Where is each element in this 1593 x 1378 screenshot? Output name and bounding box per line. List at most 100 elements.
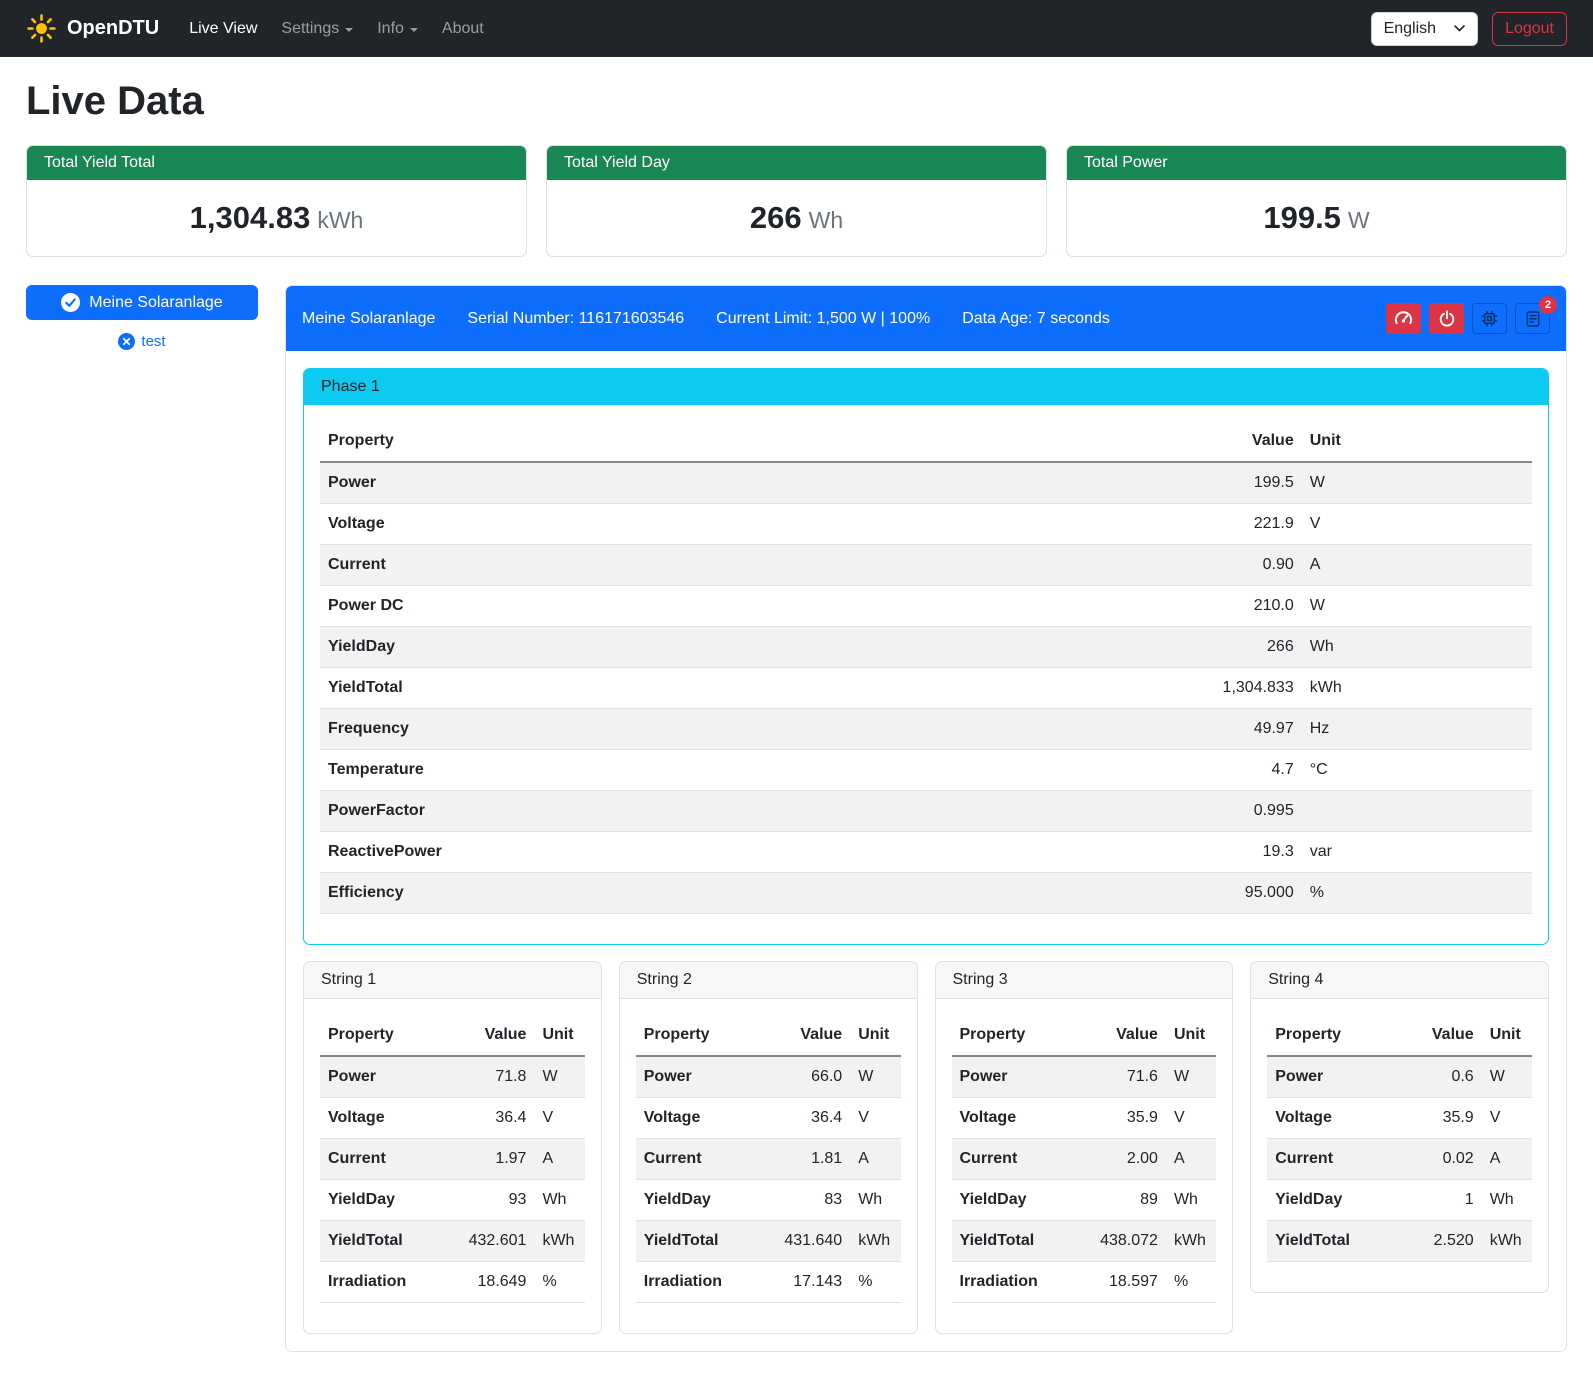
- summary-value: 199.5: [1263, 200, 1341, 235]
- table-row: Frequency 49.97 Hz: [320, 709, 1532, 750]
- property-cell: YieldTotal: [320, 1221, 440, 1262]
- table-row: YieldTotal 432.601 kWh: [320, 1221, 585, 1262]
- value-cell: 210.0: [907, 586, 1301, 627]
- summary-card-title: Total Yield Total: [27, 146, 526, 180]
- property-cell: Irradiation: [952, 1262, 1072, 1303]
- device-info-button[interactable]: [1472, 303, 1507, 334]
- property-cell: Irradiation: [320, 1262, 440, 1303]
- table-row: Voltage 35.9 V: [1267, 1098, 1532, 1139]
- unit-cell: kWh: [1482, 1221, 1532, 1262]
- value-cell: 199.5: [907, 462, 1301, 504]
- value-cell: 2.00: [1072, 1139, 1166, 1180]
- nav-settings[interactable]: Settings: [269, 12, 365, 46]
- inverter-name: Meine Solaranlage: [302, 310, 435, 328]
- page-title: Live Data: [26, 79, 1567, 124]
- summary-card-body: 199.5 W: [1067, 180, 1566, 256]
- unit-cell: V: [1302, 504, 1532, 545]
- logout-button[interactable]: Logout: [1492, 12, 1567, 46]
- nav-about[interactable]: About: [430, 12, 496, 46]
- col-header-unit: Unit: [1166, 1015, 1216, 1056]
- inverter-select-label: Meine Solaranlage: [89, 294, 222, 312]
- unit-cell: W: [1482, 1056, 1532, 1098]
- table-header-row: Property Value Unit: [636, 1015, 901, 1056]
- property-cell: Frequency: [320, 709, 907, 750]
- string-title: String 1: [304, 962, 601, 999]
- unit-cell: W: [1302, 462, 1532, 504]
- table-header-row: Property Value Unit: [1267, 1015, 1532, 1056]
- col-header-unit: Unit: [534, 1015, 584, 1056]
- unit-cell: °C: [1302, 750, 1532, 791]
- table-row: Efficiency 95.000 %: [320, 873, 1532, 914]
- filter-tag-label: test: [141, 333, 165, 350]
- property-cell: Power DC: [320, 586, 907, 627]
- summary-card-title: Total Power: [1067, 146, 1566, 180]
- phase-title: Phase 1: [304, 369, 1548, 405]
- summary-card: Total Yield Day 266Wh: [546, 145, 1047, 257]
- property-cell: Voltage: [636, 1098, 756, 1139]
- inverter-select-button[interactable]: Meine Solaranlage: [26, 285, 258, 320]
- table-row: YieldDay 1 Wh: [1267, 1180, 1532, 1221]
- inverter-serial: Serial Number: 116171603546: [467, 310, 684, 328]
- top-navbar: OpenDTU Live View Settings Info About En…: [0, 0, 1593, 57]
- journal-icon: [1524, 310, 1542, 328]
- brand-text: OpenDTU: [67, 17, 159, 40]
- navbar-right: English Logout: [1371, 12, 1567, 46]
- property-cell: YieldDay: [1267, 1180, 1398, 1221]
- property-cell: Voltage: [1267, 1098, 1398, 1139]
- value-cell: 1.81: [756, 1139, 850, 1180]
- unit-cell: W: [1302, 586, 1532, 627]
- summary-value: 1,304.83: [190, 200, 311, 235]
- summary-card: Total Yield Total 1,304.83kWh: [26, 145, 527, 257]
- table-row: Voltage 36.4 V: [636, 1098, 901, 1139]
- table-header-row: Property Value Unit: [952, 1015, 1217, 1056]
- table-row: Current 2.00 A: [952, 1139, 1217, 1180]
- event-log-button[interactable]: 2: [1515, 303, 1550, 334]
- unit-cell: W: [1166, 1056, 1216, 1098]
- summary-value: 266: [750, 200, 802, 235]
- string-title: String 4: [1251, 962, 1548, 999]
- table-row: Irradiation 18.649 %: [320, 1262, 585, 1303]
- property-cell: Voltage: [320, 504, 907, 545]
- unit-cell: %: [1302, 873, 1532, 914]
- property-cell: YieldTotal: [1267, 1221, 1398, 1262]
- property-cell: Current: [320, 545, 907, 586]
- power-button[interactable]: [1429, 303, 1464, 334]
- table-row: YieldTotal 2.520 kWh: [1267, 1221, 1532, 1262]
- property-cell: Voltage: [952, 1098, 1072, 1139]
- value-cell: 438.072: [1072, 1221, 1166, 1262]
- value-cell: 1.97: [440, 1139, 534, 1180]
- summary-unit: W: [1348, 207, 1370, 233]
- col-header-value: Value: [1398, 1015, 1482, 1056]
- table-row: YieldDay 266 Wh: [320, 627, 1532, 668]
- value-cell: 18.597: [1072, 1262, 1166, 1303]
- filter-tag[interactable]: test: [26, 333, 258, 350]
- string-title: String 3: [936, 962, 1233, 999]
- unit-cell: Hz: [1302, 709, 1532, 750]
- table-row: ReactivePower 19.3 var: [320, 832, 1532, 873]
- property-cell: Power: [320, 1056, 440, 1098]
- speedometer-icon: [1394, 309, 1413, 328]
- col-header-value: Value: [756, 1015, 850, 1056]
- table-row: YieldTotal 1,304.833 kWh: [320, 668, 1532, 709]
- value-cell: 19.3: [907, 832, 1301, 873]
- nav-live-view[interactable]: Live View: [177, 12, 269, 46]
- unit-cell: %: [1166, 1262, 1216, 1303]
- table-header-row: Property Value Unit: [320, 421, 1532, 462]
- col-header-value: Value: [440, 1015, 534, 1056]
- limit-settings-button[interactable]: [1386, 303, 1421, 334]
- table-row: YieldDay 89 Wh: [952, 1180, 1217, 1221]
- brand[interactable]: OpenDTU: [26, 13, 159, 44]
- table-row: Power 71.8 W: [320, 1056, 585, 1098]
- property-cell: PowerFactor: [320, 791, 907, 832]
- unit-cell: V: [1166, 1098, 1216, 1139]
- language-select[interactable]: English: [1371, 12, 1478, 46]
- property-cell: YieldDay: [636, 1180, 756, 1221]
- unit-cell: A: [850, 1139, 900, 1180]
- property-cell: Power: [952, 1056, 1072, 1098]
- property-cell: YieldTotal: [636, 1221, 756, 1262]
- unit-cell: Wh: [1166, 1180, 1216, 1221]
- string-card-1: String 1 Property Value Unit: [303, 961, 602, 1334]
- nav-info[interactable]: Info: [365, 12, 430, 46]
- property-cell: Power: [1267, 1056, 1398, 1098]
- col-header-unit: Unit: [1482, 1015, 1532, 1056]
